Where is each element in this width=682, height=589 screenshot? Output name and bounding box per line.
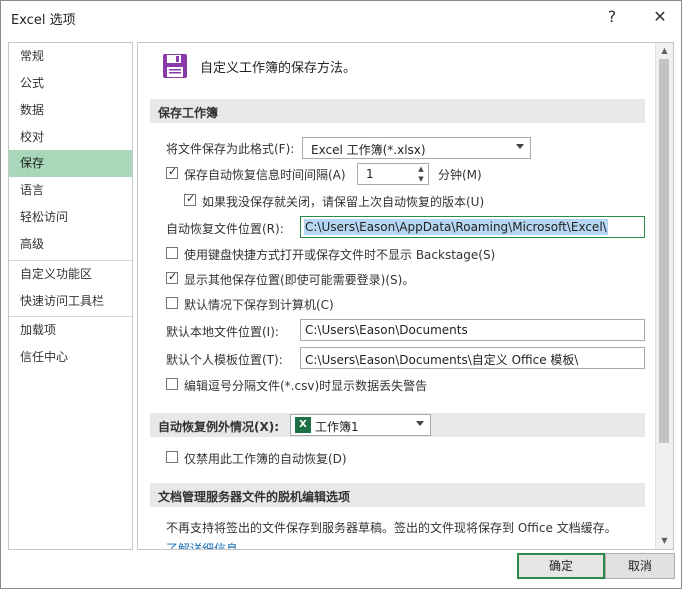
autorecover-interval-label: 保存自动恢复信息时间间隔(A) xyxy=(184,168,346,182)
section-header-save-workbooks: 保存工作簿 xyxy=(150,99,645,123)
section-title: 自动恢复例外情况(X): xyxy=(158,420,280,434)
checkmark-icon: ✓ xyxy=(168,270,178,283)
close-button[interactable]: ✕ xyxy=(645,5,675,29)
vertical-scrollbar[interactable]: ▲ ▼ xyxy=(655,43,673,549)
ok-button[interactable]: 确定 xyxy=(517,553,605,579)
floppy-disk-icon xyxy=(163,54,187,78)
show-locations-checkbox[interactable]: ✓ xyxy=(166,270,178,284)
offline-editing-description: 不再支持将签出的文件保存到服务器草稿。签出的文件现将保存到 Office 文档缓… xyxy=(166,521,617,535)
autorecover-location-input[interactable]: C:\Users\Eason\AppData\Roaming\Microsoft… xyxy=(300,216,645,238)
spin-up-icon[interactable]: ▲ xyxy=(414,164,428,174)
scroll-down-icon[interactable]: ▼ xyxy=(656,533,673,549)
learn-more-link[interactable]: 了解详细信息 xyxy=(166,540,238,549)
sidebar-item-general[interactable]: 常规 xyxy=(9,43,132,70)
minutes-label: 分钟(M) xyxy=(438,168,482,182)
autorecover-minutes-value: 1 xyxy=(366,167,374,181)
keep-last-version-label: 如果我没保存就关闭，请保留上次自动恢复的版本(U) xyxy=(202,195,485,209)
csv-warning-label: 编辑逗号分隔文件(*.csv)时显示数据丢失警告 xyxy=(184,379,428,393)
default-local-location-label: 默认本地文件位置(I): xyxy=(166,325,279,339)
file-format-select[interactable]: Excel 工作簿(*.xlsx) xyxy=(302,137,531,159)
template-location-value: C:\Users\Eason\Documents\自定义 Office 模板\ xyxy=(305,353,579,367)
excel-icon: X xyxy=(295,417,311,433)
template-location-label: 默认个人模板位置(T): xyxy=(166,353,283,367)
autorecover-location-label: 自动恢复文件位置(R): xyxy=(166,222,284,236)
sidebar-item-add-ins[interactable]: 加载项 xyxy=(9,317,132,344)
save-options-panel: 自定义工作簿的保存方法。 保存工作簿 将文件保存为此格式(F): Excel 工… xyxy=(137,42,674,550)
exception-workbook-value: 工作簿1 xyxy=(315,420,359,434)
cancel-button[interactable]: 取消 xyxy=(605,553,675,579)
checkmark-icon: ✓ xyxy=(168,165,178,178)
sidebar-item-accessibility[interactable]: 轻松访问 xyxy=(9,204,132,231)
chevron-down-icon xyxy=(416,421,424,426)
section-title: 文档管理服务器文件的脱机编辑选项 xyxy=(158,490,351,504)
sidebar-item-quick-access-toolbar[interactable]: 快速访问工具栏 xyxy=(9,288,132,315)
scrollbar-thumb[interactable] xyxy=(659,59,669,443)
file-format-value: Excel 工作簿(*.xlsx) xyxy=(311,143,426,157)
sidebar-item-customize-ribbon[interactable]: 自定义功能区 xyxy=(9,261,132,288)
autorecover-minutes-stepper[interactable]: 1 ▲ ▼ xyxy=(357,163,429,185)
checkmark-icon: ✓ xyxy=(186,192,196,205)
sidebar-item-save[interactable]: 保存 xyxy=(9,150,132,177)
sidebar-item-trust-center[interactable]: 信任中心 xyxy=(9,344,132,371)
sidebar-item-language[interactable]: 语言 xyxy=(9,177,132,204)
default-local-location-input[interactable]: C:\Users\Eason\Documents xyxy=(300,319,645,341)
file-format-label: 将文件保存为此格式(F): xyxy=(166,142,295,156)
disable-autorecover-label: 仅禁用此工作簿的自动恢复(D) xyxy=(184,452,347,466)
section-title: 保存工作簿 xyxy=(158,106,219,120)
no-backstage-checkbox[interactable] xyxy=(166,247,178,259)
sidebar-item-data[interactable]: 数据 xyxy=(9,97,132,124)
options-sidebar: 常规 公式 数据 校对 保存 语言 轻松访问 高级 自定义功能区 快速访问工具栏… xyxy=(8,42,133,550)
chevron-down-icon xyxy=(516,144,524,149)
section-header-offline-editing: 文档管理服务器文件的脱机编辑选项 xyxy=(150,483,645,507)
default-local-location-value: C:\Users\Eason\Documents xyxy=(305,323,468,337)
disable-autorecover-checkbox[interactable] xyxy=(166,451,178,463)
save-to-computer-label: 默认情况下保存到计算机(C) xyxy=(184,298,334,312)
sidebar-item-formulas[interactable]: 公式 xyxy=(9,70,132,97)
keep-last-version-checkbox[interactable]: ✓ xyxy=(184,192,196,206)
title-bar: Excel 选项 ? ✕ xyxy=(1,1,681,33)
exception-workbook-select[interactable]: X 工作簿1 xyxy=(290,414,431,436)
scroll-up-icon[interactable]: ▲ xyxy=(656,43,673,59)
no-backstage-label: 使用键盘快捷方式打开或保存文件时不显示 Backstage(S) xyxy=(184,248,496,262)
show-locations-label: 显示其他保存位置(即使可能需要登录)(S)。 xyxy=(184,273,415,287)
csv-warning-checkbox[interactable] xyxy=(166,378,178,390)
text-selection: C:\Users\Eason\AppData\Roaming\Microsoft… xyxy=(304,219,608,235)
template-location-input[interactable]: C:\Users\Eason\Documents\自定义 Office 模板\ xyxy=(300,347,645,369)
excel-options-dialog: Excel 选项 ? ✕ 常规 公式 数据 校对 保存 语言 轻松访问 高级 自… xyxy=(0,0,682,589)
save-to-computer-checkbox[interactable] xyxy=(166,297,178,309)
autorecover-interval-checkbox[interactable]: ✓ xyxy=(166,165,178,179)
spin-down-icon[interactable]: ▼ xyxy=(414,174,428,184)
sidebar-item-proofing[interactable]: 校对 xyxy=(9,124,132,151)
help-button[interactable]: ? xyxy=(597,5,627,29)
sidebar-item-advanced[interactable]: 高级 xyxy=(9,231,132,258)
autorecover-location-value: C:\Users\Eason\AppData\Roaming\Microsoft… xyxy=(305,220,607,234)
page-title: 自定义工作簿的保存方法。 xyxy=(200,61,357,76)
window-title: Excel 选项 xyxy=(11,13,76,28)
